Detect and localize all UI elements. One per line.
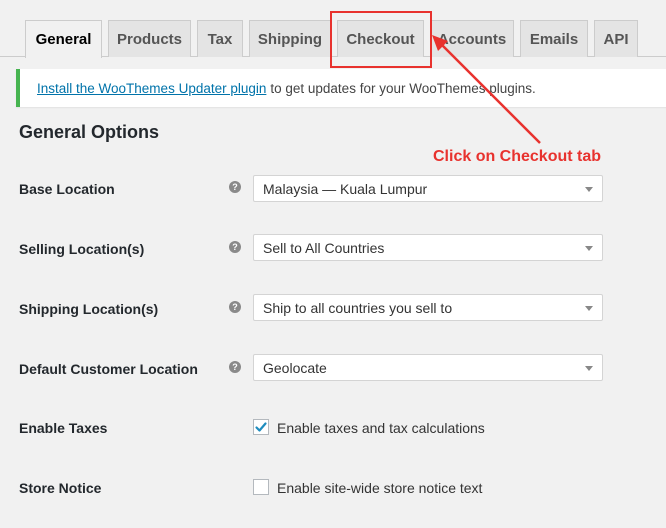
page-title: General Options [19,122,160,142]
tab-emails[interactable]: Emails [520,20,588,57]
checkout-tab-highlight [330,11,432,68]
base-location-value: Malaysia — Kuala Lumpur [263,180,428,197]
question-circle-icon[interactable]: ? [229,241,241,253]
annotation-text: Click on Checkout tab [433,148,602,165]
base-location-label: Base Location [19,181,115,197]
enable-taxes-checkbox[interactable] [253,419,269,435]
tab-products[interactable]: Products [108,20,191,57]
notice-text: to get updates for your WooThemes plugin… [270,80,536,96]
chevron-down-icon [585,306,593,311]
tab-tax[interactable]: Tax [197,20,243,57]
base-location-select[interactable]: Malaysia — Kuala Lumpur [253,175,603,202]
chevron-down-icon [585,187,593,192]
enable-taxes-label: Enable Taxes [19,420,108,436]
install-updater-link[interactable]: Install the WooThemes Updater plugin [37,81,266,96]
tab-api[interactable]: API [594,20,638,57]
updater-notice: Install the WooThemes Updater plugin to … [16,69,666,107]
chevron-down-icon [585,366,593,371]
shipping-locations-label: Shipping Location(s) [19,301,159,317]
selling-locations-value: Sell to All Countries [263,239,385,256]
tab-general[interactable]: General [25,20,102,58]
checkmark-icon [255,422,267,432]
question-circle-icon[interactable]: ? [229,181,241,193]
shipping-locations-value: Ship to all countries you sell to [263,299,453,316]
tab-shipping[interactable]: Shipping [249,20,331,57]
chevron-down-icon [585,246,593,251]
enable-taxes-checkbox-label: Enable taxes and tax calculations [277,420,485,436]
question-circle-icon[interactable]: ? [229,301,241,313]
store-notice-checkbox[interactable] [253,479,269,495]
shipping-locations-select[interactable]: Ship to all countries you sell to [253,294,603,321]
selling-locations-select[interactable]: Sell to All Countries [253,234,603,261]
selling-locations-label: Selling Location(s) [19,241,145,257]
question-circle-icon[interactable]: ? [229,361,241,373]
tab-accounts[interactable]: Accounts [430,20,514,57]
default-customer-location-value: Geolocate [263,359,327,376]
store-notice-label: Store Notice [19,480,102,496]
store-notice-checkbox-label: Enable site-wide store notice text [277,480,483,496]
default-customer-location-select[interactable]: Geolocate [253,354,603,381]
default-customer-location-label: Default Customer Location [19,361,198,377]
